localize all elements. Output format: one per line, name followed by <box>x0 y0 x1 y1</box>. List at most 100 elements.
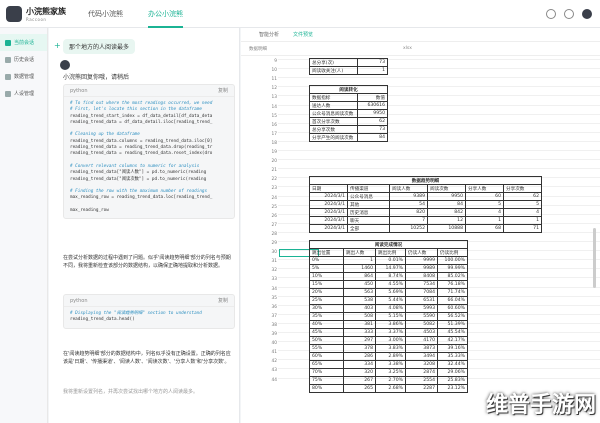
scrollbar[interactable] <box>593 228 596 288</box>
row-number[interactable]: 32 <box>265 268 277 273</box>
row-number[interactable]: 10 <box>265 68 277 73</box>
table-cell: 403 <box>343 304 376 313</box>
table-cell: 76.18% <box>437 280 468 289</box>
row-number[interactable]: 37 <box>265 314 277 319</box>
table-cell: 62 <box>503 192 542 202</box>
row-number[interactable]: 39 <box>265 332 277 337</box>
table-cell: 60.60% <box>437 304 468 313</box>
file-name[interactable]: 数据明细 <box>249 46 267 52</box>
table-cell: 公众号消息阅读次数 <box>309 109 358 119</box>
row-number[interactable]: 43 <box>265 368 277 373</box>
sidebar-item-history[interactable]: 历史会话 <box>0 51 47 68</box>
notification-icon[interactable] <box>564 9 574 19</box>
row-number[interactable]: 26 <box>265 214 277 219</box>
tab-smart-analysis[interactable]: 智能分析 <box>259 31 279 38</box>
table-cell: 仍读比例 <box>437 248 468 257</box>
table-row: 0% 1 0.01% 9999 100.00% <box>309 256 468 265</box>
table-cell: 10888 <box>427 224 466 234</box>
table-cell: 25.83% <box>437 376 468 385</box>
sidebar-item-current-session[interactable]: 当前会话 <box>0 34 47 51</box>
code-block: python 复制 # To find out where the most r… <box>63 84 235 220</box>
table-cell: 总分享(次) <box>309 58 358 67</box>
user-avatar[interactable] <box>582 9 592 19</box>
row-number[interactable]: 28 <box>265 232 277 237</box>
copy-button[interactable]: 复制 <box>218 87 228 94</box>
table-row: 60% 286 2.89% 3494 35.33% <box>309 352 468 361</box>
raccoon-logo-icon <box>6 6 22 22</box>
help-icon[interactable] <box>546 9 556 19</box>
row-number[interactable]: 41 <box>265 350 277 355</box>
sidebar-item-persona[interactable]: 人设管理 <box>0 85 47 102</box>
row-number[interactable]: 13 <box>265 95 277 100</box>
row-number[interactable]: 14 <box>265 105 277 110</box>
row-number[interactable]: 34 <box>265 287 277 292</box>
data-table: 总分享(次) 73 阅读收关注(人) 1 <box>309 58 388 75</box>
row-number[interactable]: 40 <box>265 341 277 346</box>
table-cell: 7084 <box>405 288 438 297</box>
table-cell: 51.39% <box>437 320 468 329</box>
sidebar-item-data[interactable]: 数据管理 <box>0 68 47 85</box>
code-line: reading_trend_data.head() <box>70 317 135 323</box>
table-cell: 42.17% <box>437 336 468 345</box>
table-cell: 跳出人数 <box>343 248 376 257</box>
data-table: 数据趋势明细 日期 传播渠道 阅读人数 阅读次数 分享人数 分享次数 2024/3/1 公众号消… <box>309 176 542 234</box>
row-number[interactable]: 24 <box>265 196 277 201</box>
row-number[interactable]: 31 <box>265 259 277 264</box>
row-number[interactable]: 21 <box>265 168 277 173</box>
row-number[interactable]: 44 <box>265 378 277 383</box>
row-number[interactable]: 27 <box>265 223 277 228</box>
row-number[interactable]: 33 <box>265 277 277 282</box>
table-cell: 4.55% <box>375 280 406 289</box>
table-cell: 8.74% <box>375 272 406 281</box>
row-number[interactable]: 9 <box>265 59 277 64</box>
tab-file-preview[interactable]: 文件预览 <box>293 31 313 38</box>
table-cell: 5 <box>465 200 504 210</box>
table-cell: 29.06% <box>437 368 468 377</box>
table-cell: 80% <box>309 384 344 393</box>
tab-office-raccoon[interactable]: 办公小浣熊 <box>148 9 183 28</box>
row-number[interactable]: 29 <box>265 241 277 246</box>
row-number[interactable]: 20 <box>265 159 277 164</box>
tab-code-raccoon[interactable]: 代码小浣熊 <box>88 9 123 19</box>
table-row: 总分享次数 73 <box>309 125 388 135</box>
table-row: 15% 450 4.55% 7534 76.18% <box>309 280 468 289</box>
preview-panel: 智能分析 文件预览 数据明细 xlsx 9 10 11 12 13 14 15 16 17 18 1… <box>241 28 600 423</box>
table-cell: 传播渠道 <box>347 184 390 194</box>
table-row: 总分享(次) 73 <box>309 58 388 67</box>
row-number[interactable]: 36 <box>265 305 277 310</box>
row-number[interactable]: 22 <box>265 177 277 182</box>
spreadsheet-view[interactable]: 9 10 11 12 13 14 15 16 17 18 19 20 21 22 23 24 25 26 27 28 2… <box>241 56 600 423</box>
row-number[interactable]: 35 <box>265 296 277 301</box>
table-row: 公众号消息阅读次数 9950 <box>309 109 388 119</box>
table-cell: 99.99% <box>437 264 468 273</box>
row-number[interactable]: 11 <box>265 77 277 82</box>
row-number[interactable]: 18 <box>265 141 277 146</box>
table-cell: 378 <box>343 344 376 353</box>
sidebar-item-label: 数据管理 <box>14 74 35 80</box>
grid-line <box>278 168 600 170</box>
table-cell: 71 <box>503 224 542 234</box>
table-cell: 45% <box>309 328 344 337</box>
row-number[interactable]: 38 <box>265 323 277 328</box>
add-icon[interactable]: + <box>54 41 61 50</box>
table-row: 20% 563 5.69% 7084 71.74% <box>309 288 468 297</box>
grid-line <box>278 159 600 161</box>
analysis-paragraph: 在尝试分析数据的过程中遇到了问题。似乎'阅读趋势明细'部分的列名与预期不同，我将… <box>63 255 231 269</box>
row-number[interactable]: 15 <box>265 114 277 119</box>
table-cell: 14.97% <box>375 264 406 273</box>
row-number[interactable]: 17 <box>265 132 277 137</box>
persona-icon <box>5 90 11 97</box>
row-number[interactable]: 23 <box>265 186 277 191</box>
row-number[interactable]: 25 <box>265 205 277 210</box>
row-number[interactable]: 42 <box>265 359 277 364</box>
table-cell: 1 <box>357 66 388 75</box>
row-number[interactable]: 16 <box>265 123 277 128</box>
row-number[interactable]: 30 <box>265 250 277 255</box>
sidebar-item-label: 人设管理 <box>14 91 35 97</box>
table-cell: 75% <box>309 376 344 385</box>
row-number[interactable]: 12 <box>265 86 277 91</box>
row-number[interactable]: 19 <box>265 150 277 155</box>
file-extension: xlsx <box>403 46 412 51</box>
copy-button[interactable]: 复制 <box>218 297 228 304</box>
table-cell: 630616 <box>357 101 388 111</box>
